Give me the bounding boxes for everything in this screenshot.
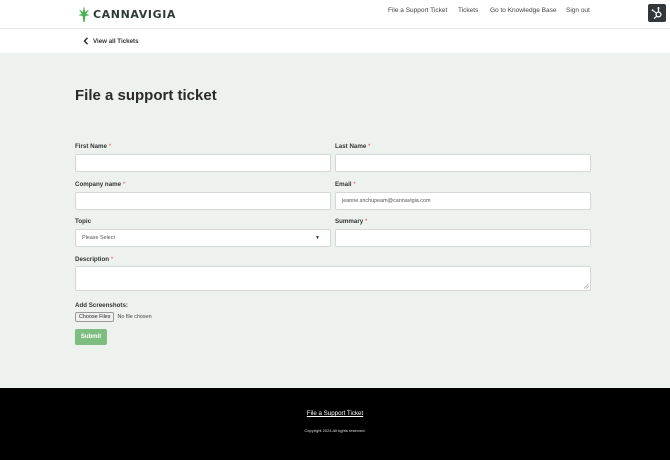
dropdown-arrow-icon: ▼ <box>315 235 320 241</box>
nav-sign-out[interactable]: Sign out <box>566 7 590 14</box>
resize-handle-icon[interactable] <box>583 283 589 289</box>
footer-file-ticket-link[interactable]: File a Support Ticket <box>0 410 670 417</box>
nav-knowledge-base[interactable]: Go to Knowledge Base <box>490 7 557 14</box>
choose-files-button[interactable]: Choose Files <box>75 312 115 322</box>
cannavigia-logo[interactable]: CANNAVIGIA <box>78 5 176 23</box>
submit-button[interactable]: Submit <box>75 329 107 345</box>
view-all-tickets-label: View all Tickets <box>93 37 139 45</box>
page-title: File a support ticket <box>75 87 217 104</box>
logo-wordmark: CANNAVIGIA <box>93 7 177 21</box>
file-status-text: No file chosen <box>117 314 152 320</box>
last-name-input[interactable] <box>335 154 591 172</box>
breadcrumb-bar: View all Tickets <box>0 28 670 53</box>
email-field[interactable]: jeanne.snchupeam@cannavigia.com <box>335 192 591 210</box>
top-navigation-bar: CANNAVIGIA File a Support Ticket Tickets… <box>0 0 670 28</box>
chevron-left-icon <box>83 37 89 45</box>
email-label: Email * <box>335 181 356 188</box>
description-label: Description * <box>75 256 114 263</box>
first-name-input[interactable] <box>75 154 331 172</box>
company-name-label: Company name * <box>75 181 126 188</box>
view-all-tickets-link[interactable]: View all Tickets <box>83 37 139 45</box>
last-name-label: Last Name * <box>335 143 371 150</box>
topic-select[interactable]: Please Select ▼ <box>75 229 331 247</box>
leaf-logo-icon <box>78 6 90 22</box>
file-upload: Choose Files No file chosen <box>75 312 152 322</box>
topic-label: Topic <box>75 218 92 225</box>
nav-tickets[interactable]: Tickets <box>458 7 478 14</box>
topic-selected-value: Please Select <box>82 235 115 241</box>
add-screenshots-label: Add Screenshots: <box>75 302 128 309</box>
nav-file-support-ticket[interactable]: File a Support Ticket <box>388 7 447 14</box>
company-name-input[interactable] <box>75 192 331 210</box>
footer: File a Support Ticket Copyright 2024 All… <box>0 388 670 460</box>
summary-label: Summary * <box>335 218 368 225</box>
summary-input[interactable] <box>335 229 591 247</box>
copyright-text: Copyright 2024 All rights reserved. <box>304 428 366 433</box>
description-textarea[interactable] <box>75 266 591 291</box>
first-name-label: First Name * <box>75 143 112 150</box>
hubspot-sprocket-icon[interactable] <box>648 4 666 22</box>
